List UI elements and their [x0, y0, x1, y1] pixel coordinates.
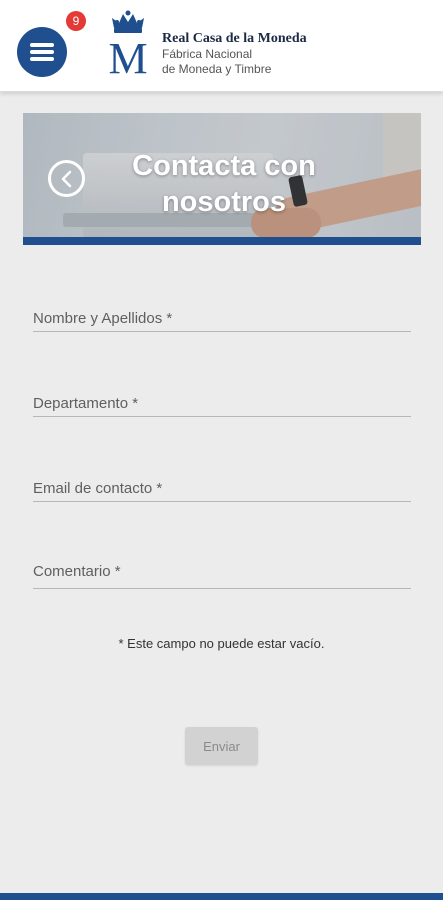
footer-bar	[0, 893, 443, 900]
department-field-container	[33, 385, 411, 417]
brand-subtitle-line1: Fábrica Nacional	[162, 47, 253, 61]
submit-button[interactable]: Enviar	[185, 727, 258, 765]
brand-subtitle-line2: de Moneda y Timbre	[162, 62, 272, 76]
menu-button[interactable]	[17, 27, 67, 77]
comment-field-container	[33, 557, 411, 589]
banner-bottom-strip	[23, 237, 421, 245]
notification-badge: 9	[66, 11, 86, 31]
comment-field[interactable]	[33, 557, 411, 588]
menu-icon-bar	[30, 50, 54, 54]
back-button[interactable]	[48, 160, 85, 197]
email-field[interactable]	[33, 470, 411, 501]
name-field-container	[33, 300, 411, 332]
back-arrow-icon	[61, 170, 72, 188]
validation-error: * Este campo no puede estar vacío.	[118, 636, 325, 651]
menu-icon	[30, 43, 54, 47]
app-header: 9 M Real Casa de la Moneda Fábrica Nacio…	[0, 0, 443, 92]
logo-letter: M	[108, 34, 147, 76]
email-field-container	[33, 470, 411, 502]
menu-icon-bar	[30, 57, 54, 61]
brand-logo: M	[103, 10, 153, 83]
crown-icon: M	[108, 10, 148, 83]
page-title: Contacta con nosotros	[132, 150, 316, 218]
department-field[interactable]	[33, 385, 411, 416]
name-field[interactable]	[33, 300, 411, 331]
brand-title: Real Casa de la Moneda	[162, 31, 307, 46]
